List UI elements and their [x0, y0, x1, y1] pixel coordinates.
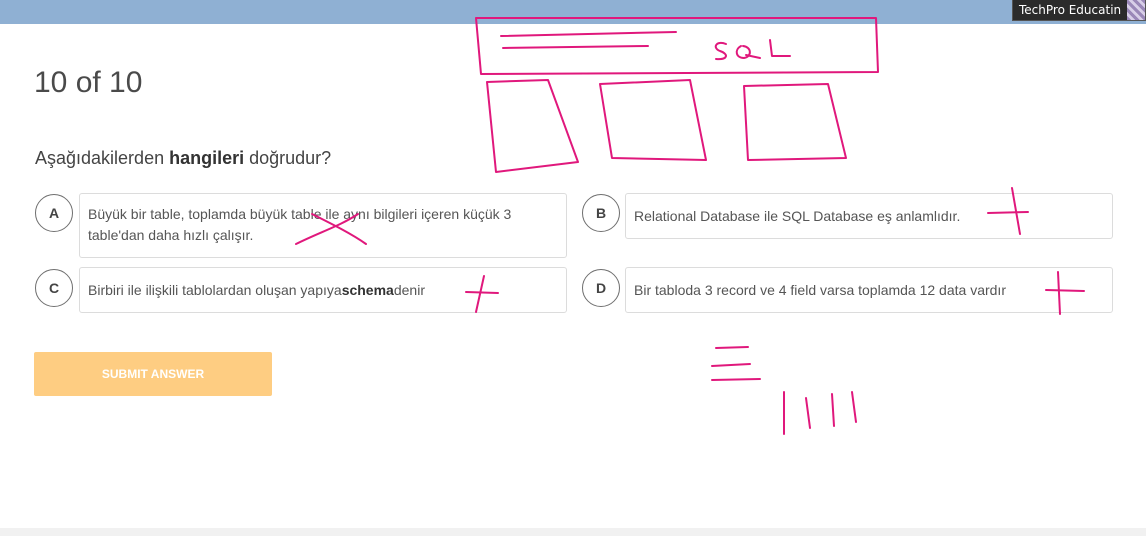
option-d-text[interactable]: Bir tabloda 3 record ve 4 field varsa to… [625, 267, 1113, 313]
option-c-text[interactable]: Birbiri ile ilişkili tablolardan oluşan … [79, 267, 567, 313]
ink-sql-s [714, 41, 727, 61]
ink-equals-3 [711, 378, 761, 381]
ink-rectangle [475, 17, 879, 75]
question-counter: 10 of 10 [34, 66, 143, 99]
ink-line-1 [500, 31, 677, 37]
participant-name: TechPro Educatin [1019, 3, 1122, 17]
ink-box-2 [599, 79, 707, 161]
question-text: Aşağıdakilerden hangileri doğrudur? [35, 148, 332, 168]
option-b-radio[interactable]: B [582, 194, 620, 232]
top-bar [0, 0, 1146, 24]
ink-box-1 [486, 79, 579, 173]
submit-answer-button[interactable]: SUBMIT ANSWER [34, 352, 272, 396]
ink-tally-3 [831, 393, 835, 427]
bottom-strip [0, 528, 1146, 536]
ink-equals-2 [711, 363, 751, 367]
option-d-radio[interactable]: D [582, 269, 620, 307]
option-b-text[interactable]: Relational Database ile SQL Database eş … [625, 193, 1113, 239]
option-c-radio[interactable]: C [35, 269, 73, 307]
ink-tally-2 [805, 397, 811, 429]
participant-thumbnail [1127, 0, 1145, 20]
ink-box-3 [743, 83, 847, 161]
ink-sql-q [735, 45, 761, 59]
option-a-radio[interactable]: A [35, 194, 73, 232]
ink-sql-l [769, 39, 791, 57]
video-participant-tile[interactable]: TechPro Educatin [1012, 0, 1146, 21]
option-a-text[interactable]: Büyük bir table, toplamda büyük table il… [79, 193, 567, 258]
ink-tally-4 [851, 391, 857, 423]
ink-line-2 [502, 45, 649, 49]
ink-equals-1 [715, 346, 749, 349]
